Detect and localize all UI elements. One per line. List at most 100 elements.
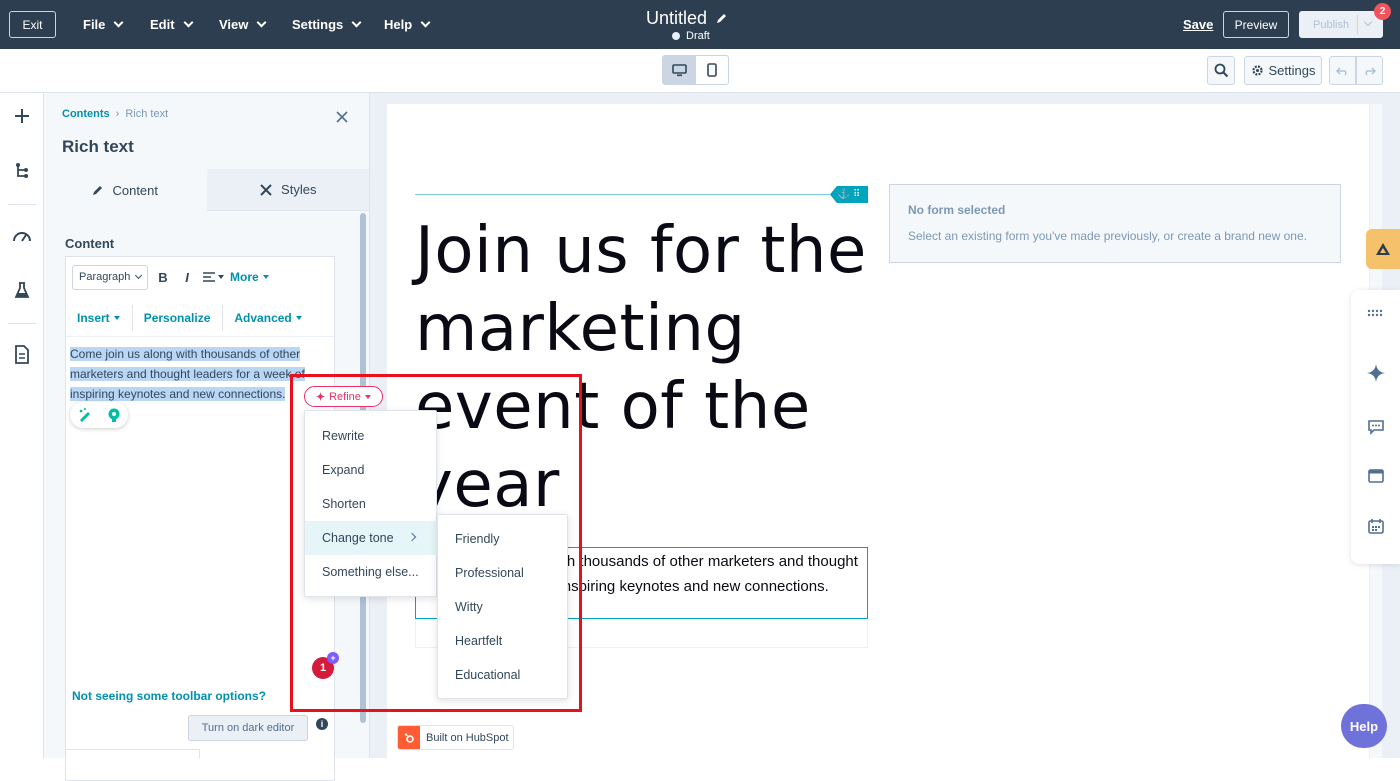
edit-menu-label: Edit <box>150 17 175 32</box>
publish-button[interactable]: Publish <box>1299 11 1383 38</box>
calendar-icon[interactable] <box>1365 515 1387 537</box>
more-dropdown[interactable]: More <box>230 270 269 284</box>
file-menu-label: File <box>83 17 106 32</box>
edit-menu[interactable]: Edit <box>150 17 194 32</box>
toolbar-help-link[interactable]: Not seeing some toolbar options? <box>72 689 266 703</box>
dark-editor-button[interactable]: Turn on dark editor <box>188 715 308 741</box>
chevron-down-icon <box>113 17 124 28</box>
add-icon[interactable] <box>11 105 33 127</box>
annotation-highlight-box <box>290 374 582 712</box>
page-settings-button[interactable]: Settings <box>1244 56 1322 85</box>
flask-icon[interactable] <box>11 279 33 301</box>
undo-button[interactable] <box>1329 56 1356 85</box>
form-module[interactable]: No form selected Select an existing form… <box>889 184 1341 263</box>
file-menu[interactable]: File <box>83 17 124 32</box>
form-module-subtitle: Select an existing form you've made prev… <box>908 229 1307 243</box>
view-menu[interactable]: View <box>219 17 267 32</box>
redo-icon <box>1365 66 1376 75</box>
desktop-icon <box>671 63 687 76</box>
insert-label: Insert <box>77 310 110 325</box>
settings-menu[interactable]: Settings <box>292 17 362 32</box>
anchor-handle[interactable]: ⚓ ⠿ <box>830 186 868 203</box>
built-on-hubspot-badge[interactable]: Built on HubSpot <box>397 725 514 750</box>
align-button[interactable] <box>202 271 224 283</box>
caret-down-icon <box>295 315 302 320</box>
editor-toolbar-row-1: Paragraph B I More <box>66 257 334 297</box>
align-left-icon <box>203 272 215 282</box>
search-button[interactable] <box>1207 56 1235 85</box>
rail-divider <box>8 323 36 324</box>
italic-button[interactable]: I <box>178 270 196 285</box>
insert-dropdown[interactable]: Insert <box>77 304 133 331</box>
breadcrumb-separator: › <box>115 108 120 120</box>
selected-text[interactable]: Come join us along with thousands of oth… <box>70 347 305 401</box>
editor-text-body[interactable]: Come join us along with thousands of oth… <box>70 344 326 404</box>
breadcrumb-current: Rich text <box>125 108 169 120</box>
layers-tree-icon[interactable] <box>11 160 33 182</box>
rail-divider <box>8 204 36 205</box>
chevron-down-icon <box>183 17 194 28</box>
document-title-text: Untitled <box>646 8 708 28</box>
brush-icon <box>260 183 272 196</box>
help-menu[interactable]: Help <box>384 17 431 32</box>
browser-window-icon[interactable] <box>1365 465 1387 487</box>
document-icon[interactable] <box>11 343 33 365</box>
redo-button[interactable] <box>1356 56 1383 85</box>
exit-button[interactable]: Exit <box>9 11 56 38</box>
hubspot-logo-icon <box>398 726 420 749</box>
advanced-label: Advanced <box>234 310 292 325</box>
document-title[interactable]: Untitled <box>646 8 728 29</box>
publish-label: Publish <box>1313 18 1350 31</box>
content-field-label: Content <box>65 236 115 251</box>
undo-icon <box>1336 66 1347 75</box>
right-tool-rail <box>1351 290 1400 564</box>
pencil-icon[interactable] <box>715 12 728 25</box>
save-button[interactable]: Save <box>1183 17 1213 32</box>
more-label: More <box>230 270 259 284</box>
tab-content-label: Content <box>112 182 159 198</box>
personalize-label: Personalize <box>143 310 211 325</box>
grid-dots-icon[interactable] <box>1365 302 1387 324</box>
built-on-label: Built on HubSpot <box>426 731 509 744</box>
sparkle-icon[interactable] <box>1365 362 1387 384</box>
section-anchor-line <box>415 194 833 195</box>
advanced-dropdown[interactable]: Advanced <box>234 305 313 331</box>
info-icon[interactable]: i <box>316 718 328 730</box>
speedometer-icon[interactable] <box>11 225 33 247</box>
tab-styles[interactable]: Styles <box>206 169 369 211</box>
chevron-down-icon <box>351 17 362 28</box>
view-menu-label: View <box>219 17 249 32</box>
status-indicator: Draft <box>672 30 710 42</box>
mobile-icon <box>707 63 717 77</box>
chevron-down-icon <box>256 17 267 28</box>
ai-assist-pills <box>70 402 128 428</box>
status-text: Draft <box>686 30 710 42</box>
status-dot <box>672 32 680 40</box>
pencil-icon <box>93 186 103 195</box>
chevron-down-icon[interactable] <box>1363 17 1373 27</box>
breadcrumb-contents-link[interactable]: Contents <box>62 108 110 120</box>
lightbulb-icon[interactable] <box>106 407 122 423</box>
bold-button[interactable]: B <box>154 270 172 285</box>
assistant-tab[interactable] <box>1366 229 1400 269</box>
personalize-button[interactable]: Personalize <box>143 304 224 331</box>
assistant-logo-icon <box>1376 243 1390 255</box>
chevron-down-icon <box>420 17 431 28</box>
form-module-title: No form selected <box>908 203 1006 217</box>
search-icon <box>1214 63 1228 78</box>
gear-icon <box>1251 65 1263 76</box>
page-settings-label: Settings <box>1268 63 1316 78</box>
mobile-view-button[interactable] <box>695 55 729 85</box>
desktop-view-button[interactable] <box>662 55 696 85</box>
preview-button[interactable]: Preview <box>1223 11 1289 38</box>
paragraph-style-value: Paragraph <box>79 271 131 283</box>
help-button[interactable]: Help <box>1341 704 1387 748</box>
comment-icon[interactable] <box>1365 416 1387 438</box>
notification-badge[interactable]: 2 <box>1374 3 1391 20</box>
settings-menu-label: Settings <box>292 17 344 32</box>
tab-content[interactable]: Content <box>44 169 207 211</box>
paragraph-style-select[interactable]: Paragraph <box>72 264 148 290</box>
publish-divider <box>1357 15 1358 34</box>
close-icon[interactable] <box>334 109 350 125</box>
magic-pen-icon[interactable] <box>77 407 93 423</box>
